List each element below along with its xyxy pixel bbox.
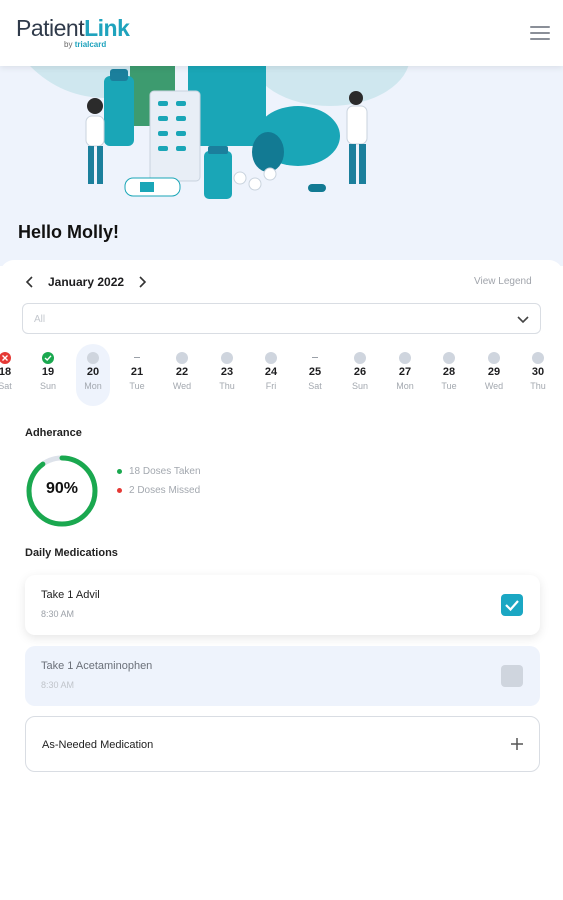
previous-month-chevron-icon[interactable] bbox=[22, 274, 38, 290]
scheduled-dot-icon bbox=[488, 352, 500, 364]
medication-card[interactable]: Take 1 Advil 8:30 AM bbox=[25, 575, 540, 635]
scheduled-dot-icon bbox=[87, 352, 99, 364]
day-weekday: Wed bbox=[172, 381, 192, 391]
day-number: 29 bbox=[487, 366, 501, 378]
scheduled-dot-icon bbox=[399, 352, 411, 364]
day-weekday: Sun bbox=[39, 381, 56, 391]
day-number: 23 bbox=[220, 366, 234, 378]
hamburger-menu-icon[interactable] bbox=[530, 26, 550, 42]
month-navigator: January 2022 bbox=[22, 274, 150, 290]
day-weekday: Wed bbox=[484, 381, 504, 391]
day-weekday: Fri bbox=[265, 381, 277, 391]
daily-medications-heading: Daily Medications bbox=[25, 547, 118, 559]
as-needed-label: As-Needed Medication bbox=[42, 739, 154, 751]
day-weekday: Thu bbox=[219, 381, 235, 391]
day-19[interactable]: 19 Sun bbox=[31, 344, 65, 406]
top-bar: PatientLink by trialcard bbox=[0, 0, 563, 66]
scheduled-dot-icon bbox=[176, 352, 188, 364]
chevron-down-icon bbox=[517, 316, 529, 324]
day-number: 20 bbox=[86, 366, 100, 378]
medication-time: 8:30 AM bbox=[41, 609, 75, 619]
taken-checkbox[interactable] bbox=[501, 665, 523, 687]
next-month-chevron-icon[interactable] bbox=[134, 274, 150, 290]
logo-trialcard: trialcard bbox=[74, 40, 107, 49]
taken-check-icon bbox=[42, 352, 54, 364]
filter-value: All bbox=[34, 314, 46, 325]
day-weekday: Mon bbox=[396, 381, 414, 391]
taken-dot bbox=[117, 469, 122, 474]
day-number: 25 bbox=[308, 366, 322, 378]
day-number: 21 bbox=[130, 366, 144, 378]
day-strip: 18 Sat 19 Sun 20 Mon 21 Tue 22 Wed 23 Thu 24 Fri 25 Sat… bbox=[0, 344, 563, 406]
day-25[interactable]: 25 Sat bbox=[298, 344, 332, 406]
day-weekday: Tue bbox=[129, 381, 145, 391]
day-18[interactable]: 18 Sat bbox=[0, 344, 22, 406]
day-number: 24 bbox=[264, 366, 278, 378]
day-number: 28 bbox=[442, 366, 456, 378]
day-number: 27 bbox=[398, 366, 412, 378]
scheduled-dot-icon bbox=[265, 352, 277, 364]
day-27[interactable]: 27 Mon bbox=[388, 344, 422, 406]
day-29[interactable]: 29 Wed bbox=[477, 344, 511, 406]
logo-by: by bbox=[64, 40, 73, 49]
day-number: 18 bbox=[0, 366, 12, 378]
day-23[interactable]: 23 Thu bbox=[210, 344, 244, 406]
day-weekday: Sat bbox=[308, 381, 322, 391]
logo-part-patient: Patient bbox=[16, 15, 85, 41]
scheduled-dot-icon bbox=[532, 352, 544, 364]
day-22[interactable]: 22 Wed bbox=[165, 344, 199, 406]
scheduled-dot-icon bbox=[221, 352, 233, 364]
day-weekday: Sat bbox=[0, 381, 12, 391]
missed-x-icon bbox=[0, 352, 11, 364]
day-number: 30 bbox=[531, 366, 545, 378]
medication-card[interactable]: Take 1 Acetaminophen 8:30 AM bbox=[25, 646, 540, 706]
view-legend-link[interactable]: View Legend bbox=[474, 276, 532, 287]
scheduled-dot-icon bbox=[443, 352, 455, 364]
day-24[interactable]: 24 Fri bbox=[254, 344, 288, 406]
scheduled-dot-icon bbox=[354, 352, 366, 364]
adherance-percent: 90% bbox=[45, 480, 79, 497]
patientlink-logo[interactable]: PatientLink by trialcard bbox=[16, 15, 130, 49]
logo-part-link: Link bbox=[84, 15, 130, 41]
taken-checkbox[interactable] bbox=[501, 594, 523, 616]
medication-time: 8:30 AM bbox=[41, 680, 75, 690]
no-dose-dash-icon bbox=[312, 357, 318, 358]
adherance-heading: Adherance bbox=[25, 427, 82, 439]
day-weekday: Tue bbox=[441, 381, 457, 391]
day-21[interactable]: 21 Tue bbox=[120, 344, 154, 406]
day-30[interactable]: 30 Thu bbox=[521, 344, 555, 406]
medication-name: Take 1 Acetaminophen bbox=[41, 660, 153, 672]
as-needed-medication-accordion[interactable]: As-Needed Medication bbox=[25, 716, 540, 772]
day-weekday: Sun bbox=[351, 381, 368, 391]
day-weekday: Thu bbox=[530, 381, 546, 391]
doses-missed-label: 2 Doses Missed bbox=[129, 485, 201, 496]
checkmark-icon bbox=[505, 600, 519, 612]
day-28[interactable]: 28 Tue bbox=[432, 344, 466, 406]
day-26[interactable]: 26 Sun bbox=[343, 344, 377, 406]
greeting-heading: Hello Molly! bbox=[18, 222, 120, 242]
logo-byline: by trialcard bbox=[64, 40, 106, 49]
day-20[interactable]: 20 Mon bbox=[76, 344, 110, 406]
medication-name: Take 1 Advil bbox=[41, 589, 100, 601]
month-label: January 2022 bbox=[48, 275, 125, 289]
logo-wordmark: PatientLink bbox=[16, 15, 130, 41]
day-weekday: Mon bbox=[84, 381, 102, 391]
no-dose-dash-icon bbox=[134, 357, 140, 358]
doses-missed-stat: 2 Doses Missed bbox=[117, 485, 200, 496]
doses-taken-stat: 18 Doses Taken bbox=[117, 466, 201, 477]
day-number: 26 bbox=[353, 366, 367, 378]
missed-dot bbox=[117, 488, 122, 493]
doses-taken-label: 18 Doses Taken bbox=[129, 466, 201, 477]
medication-filter-select[interactable]: All bbox=[22, 303, 541, 334]
day-number: 22 bbox=[175, 366, 189, 378]
day-number: 19 bbox=[41, 366, 55, 378]
plus-icon bbox=[511, 738, 523, 750]
